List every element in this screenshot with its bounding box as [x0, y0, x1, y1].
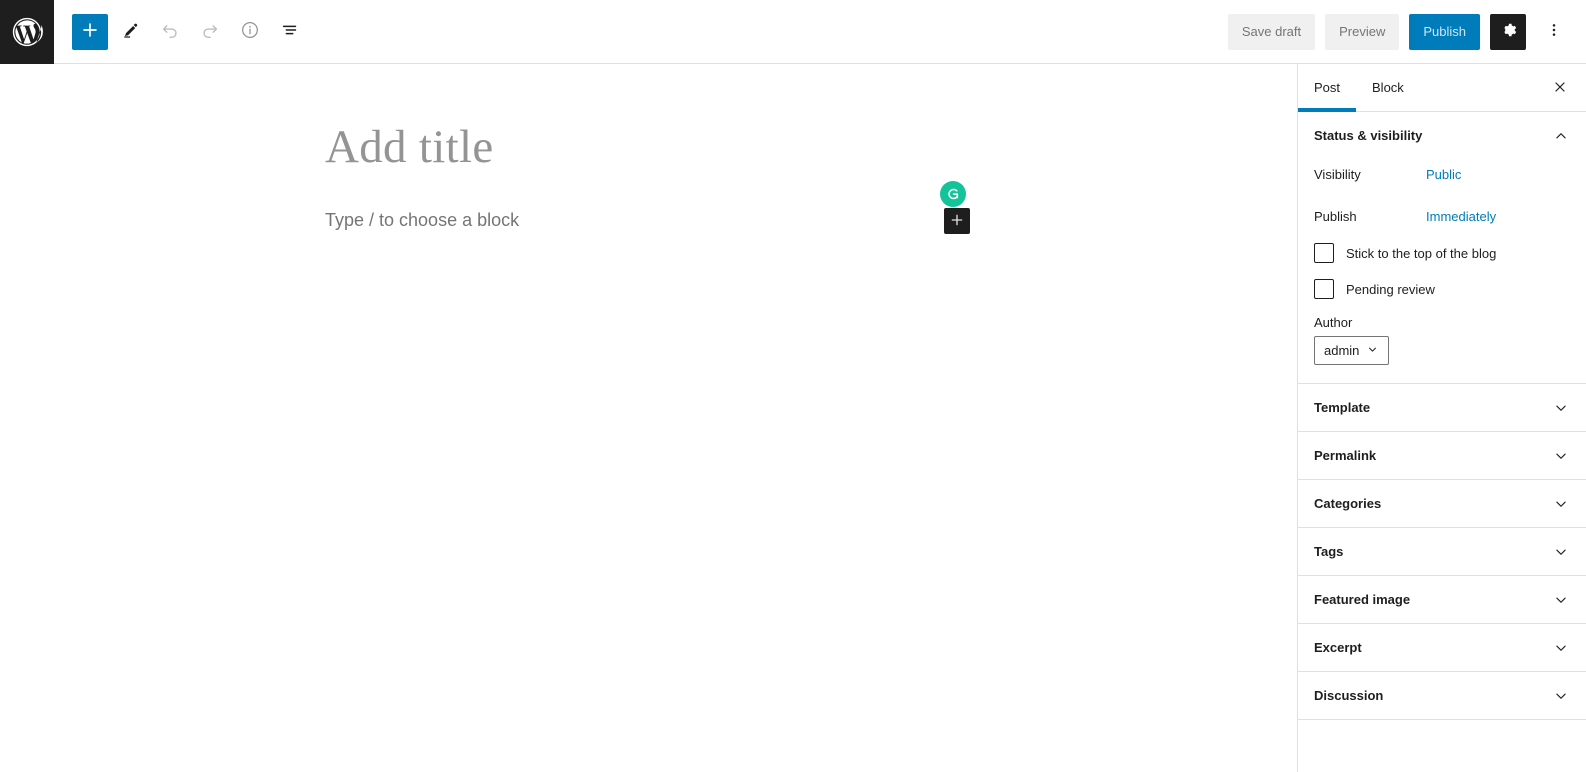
close-icon	[1552, 79, 1568, 98]
wordpress-logo-icon	[10, 15, 44, 49]
author-label: Author	[1314, 315, 1353, 330]
post-title-input[interactable]: Add title	[325, 121, 494, 174]
panel-discussion-header[interactable]: Discussion	[1298, 672, 1586, 719]
plus-icon	[79, 19, 101, 44]
sticky-post-checkbox[interactable]	[1314, 243, 1334, 263]
default-block-input[interactable]: Type / to choose a block	[325, 210, 519, 231]
sidebar-tabs: Post Block	[1298, 64, 1586, 112]
panel-featured-image: Featured image	[1298, 576, 1586, 624]
chevron-down-icon	[1552, 639, 1570, 657]
sticky-post-row: Stick to the top of the blog	[1314, 243, 1570, 263]
add-block-button[interactable]	[72, 13, 108, 50]
chevron-down-icon	[1552, 591, 1570, 609]
author-selected-value: admin	[1324, 343, 1360, 358]
panel-title: Tags	[1314, 544, 1344, 559]
panel-permalink: Permalink	[1298, 432, 1586, 480]
panel-title: Discussion	[1314, 688, 1384, 703]
visibility-row: Visibility Public	[1314, 159, 1570, 189]
wordpress-block-editor: Save draft Preview Publish Add title Typ…	[0, 0, 1586, 772]
publish-button[interactable]: Publish	[1409, 13, 1480, 50]
undo-icon	[159, 19, 181, 44]
panel-featured-image-header[interactable]: Featured image	[1298, 576, 1586, 623]
gear-icon	[1498, 20, 1518, 43]
plus-icon	[949, 212, 965, 231]
publish-row: Publish Immediately	[1314, 201, 1570, 231]
chevron-down-icon	[1552, 495, 1570, 513]
tab-block[interactable]: Block	[1356, 64, 1420, 111]
panel-title: Featured image	[1314, 592, 1411, 607]
panel-title: Categories	[1314, 496, 1382, 511]
pending-review-label: Pending review	[1346, 281, 1435, 297]
pencil-icon	[119, 19, 141, 44]
options-button[interactable]	[1536, 14, 1572, 50]
panel-status-visibility-header[interactable]: Status & visibility	[1298, 112, 1586, 159]
list-view-icon	[279, 19, 301, 44]
chevron-down-icon	[1366, 343, 1379, 359]
visibility-value-button[interactable]: Public	[1426, 167, 1461, 182]
publish-date-button[interactable]: Immediately	[1426, 209, 1496, 224]
info-icon	[239, 19, 261, 44]
panel-categories-header[interactable]: Categories	[1298, 480, 1586, 527]
settings-sidebar: Post Block Status & visibility Visibilit…	[1297, 64, 1586, 772]
wordpress-logo-button[interactable]	[0, 0, 54, 64]
list-view-button[interactable]	[272, 14, 308, 50]
visibility-label: Visibility	[1314, 166, 1361, 182]
tools-button[interactable]	[112, 14, 148, 50]
preview-button[interactable]: Preview	[1325, 13, 1400, 50]
panel-permalink-header[interactable]: Permalink	[1298, 432, 1586, 479]
details-button[interactable]	[232, 14, 268, 50]
panel-title: Excerpt	[1314, 640, 1362, 655]
author-select[interactable]: admin	[1314, 336, 1390, 365]
publish-label: Publish	[1314, 208, 1357, 224]
chevron-down-icon	[1552, 399, 1570, 417]
editor-toolbar: Save draft Preview Publish	[0, 0, 1586, 64]
panel-categories: Categories	[1298, 480, 1586, 528]
panel-excerpt-header[interactable]: Excerpt	[1298, 624, 1586, 671]
chevron-down-icon	[1552, 543, 1570, 561]
panel-title: Permalink	[1314, 448, 1377, 463]
panel-tags-header[interactable]: Tags	[1298, 528, 1586, 575]
redo-icon	[199, 19, 221, 44]
panel-tags: Tags	[1298, 528, 1586, 576]
editor-canvas[interactable]: Add title Type / to choose a block	[0, 64, 1297, 772]
block-inserter-button[interactable]	[944, 208, 970, 234]
panel-template-header[interactable]: Template	[1298, 384, 1586, 431]
toolbar-left-group	[72, 13, 308, 50]
panel-discussion: Discussion	[1298, 672, 1586, 720]
more-vertical-icon	[1544, 20, 1564, 43]
panel-title: Status & visibility	[1314, 128, 1423, 143]
chevron-down-icon	[1552, 447, 1570, 465]
panel-title: Template	[1314, 400, 1371, 415]
undo-button[interactable]	[152, 14, 188, 50]
panel-excerpt: Excerpt	[1298, 624, 1586, 672]
close-sidebar-button[interactable]	[1542, 64, 1578, 112]
toolbar-right-group: Save draft Preview Publish	[1227, 13, 1586, 50]
panel-status-visibility-body: Visibility Public Publish Immediately St…	[1298, 159, 1586, 383]
panel-template: Template	[1298, 384, 1586, 432]
pending-review-row: Pending review	[1314, 279, 1570, 299]
panel-status-visibility: Status & visibility Visibility Public Pu…	[1298, 112, 1586, 384]
settings-button[interactable]	[1490, 13, 1526, 50]
save-draft-button[interactable]: Save draft	[1227, 13, 1316, 50]
chevron-up-icon	[1552, 127, 1570, 145]
sticky-post-label: Stick to the top of the blog	[1346, 245, 1497, 261]
chevron-down-icon	[1552, 687, 1570, 705]
grammarly-badge-icon[interactable]	[940, 181, 966, 207]
redo-button[interactable]	[192, 14, 228, 50]
tab-post[interactable]: Post	[1298, 64, 1357, 112]
pending-review-checkbox[interactable]	[1314, 279, 1334, 299]
